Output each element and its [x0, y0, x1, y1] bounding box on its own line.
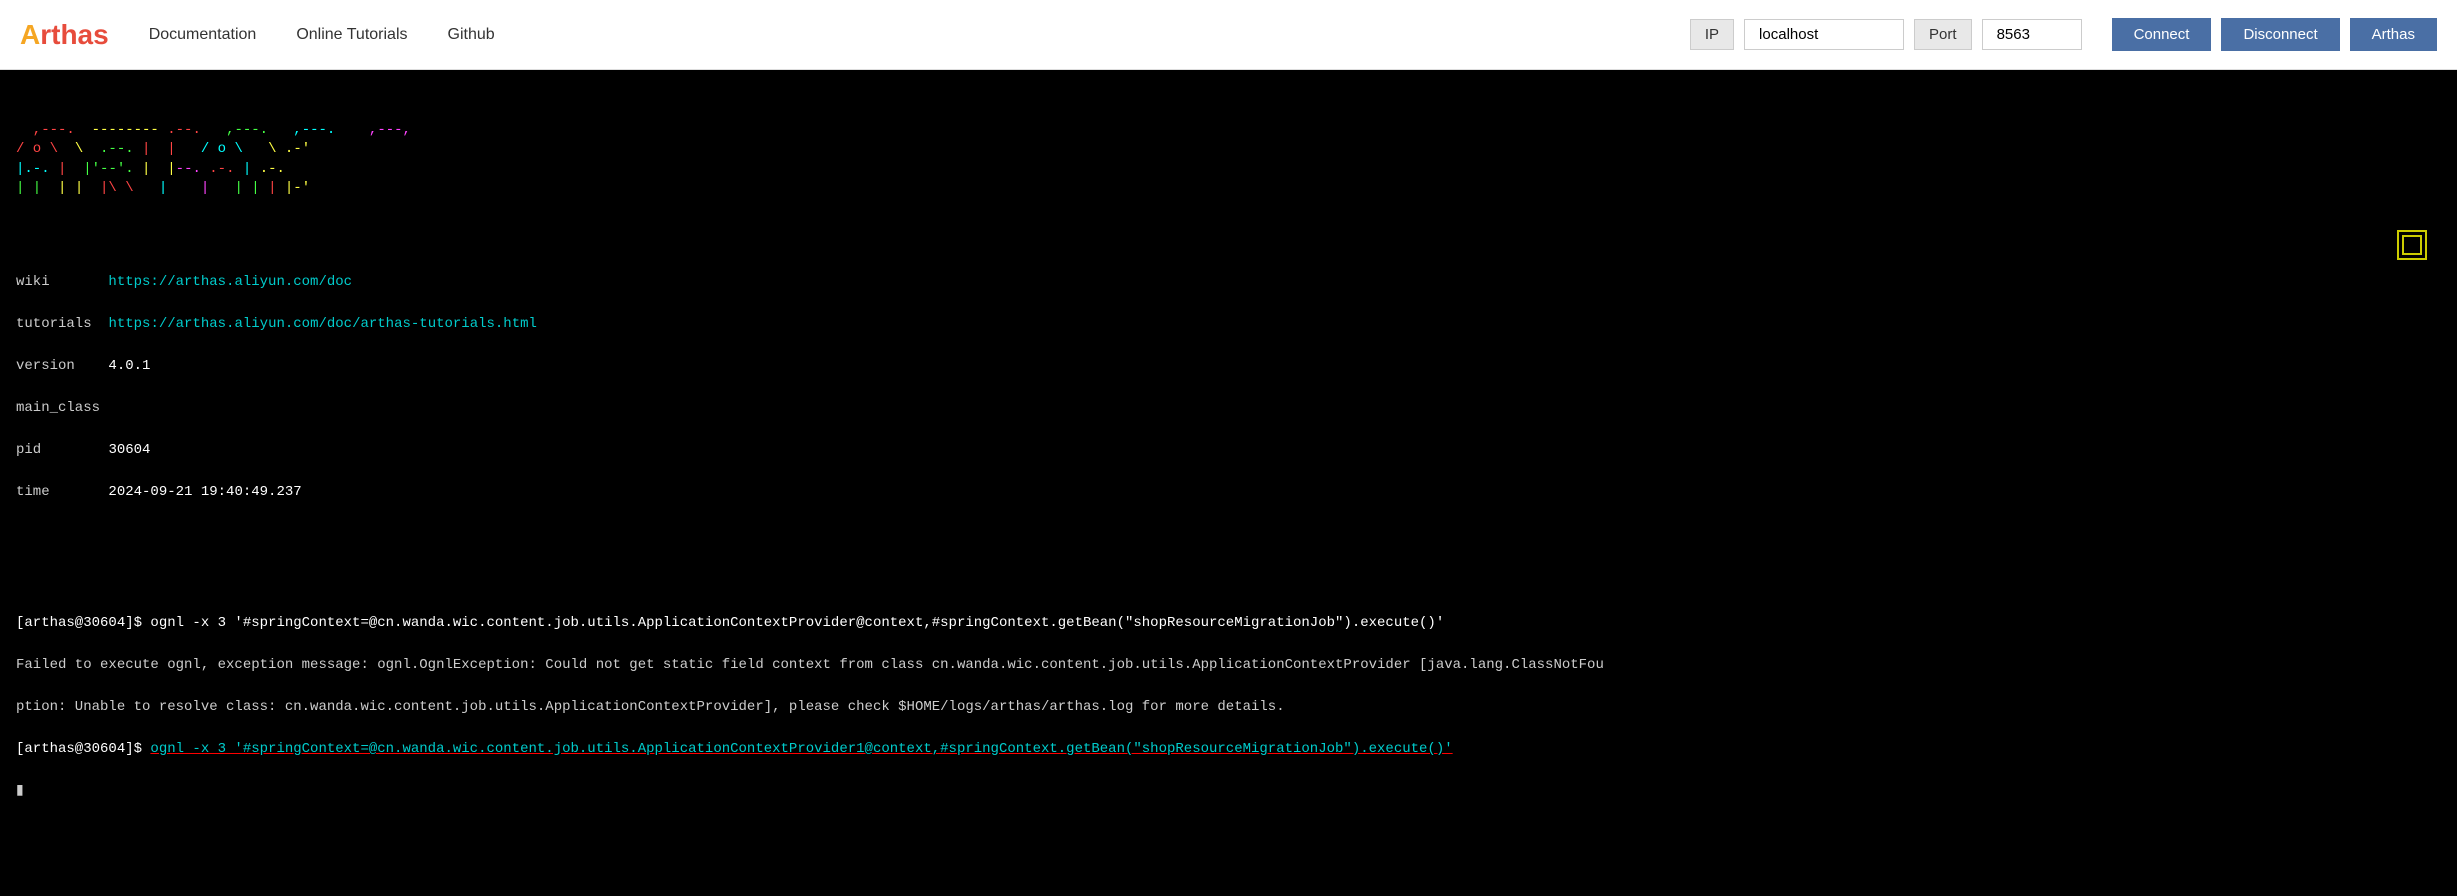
info-table: wiki https://arthas.aliyun.com/doc tutor…: [16, 251, 2441, 524]
info-version: version 4.0.1: [16, 356, 2441, 377]
cmd-line-2: [arthas@30604]$ ognl -x 3 '#springContex…: [16, 739, 2441, 760]
logo-a: A: [20, 19, 40, 50]
cmd-line-1: [arthas@30604]$ ognl -x 3 '#springContex…: [16, 613, 2441, 634]
cursor-line[interactable]: ▮: [16, 781, 2441, 802]
expand-icon: [2402, 235, 2422, 255]
info-wiki: wiki https://arthas.aliyun.com/doc: [16, 272, 2441, 293]
connect-button[interactable]: Connect: [2112, 18, 2212, 51]
logo-rthas: rthas: [40, 19, 108, 50]
error-line-1: Failed to execute ognl, exception messag…: [16, 655, 2441, 676]
ascii-art: ,---. -------- .--. ,---. ,---. ,---, / …: [16, 101, 2441, 199]
disconnect-button[interactable]: Disconnect: [2221, 18, 2339, 51]
header: Arthas Documentation Online Tutorials Gi…: [0, 0, 2457, 70]
nav-documentation[interactable]: Documentation: [149, 26, 257, 44]
info-time: time 2024-09-21 19:40:49.237: [16, 482, 2441, 503]
info-main-class: main_class: [16, 398, 2441, 419]
ip-input[interactable]: [1744, 19, 1904, 50]
port-input[interactable]: [1982, 19, 2082, 50]
port-label: Port: [1914, 19, 1972, 50]
terminal[interactable]: ,---. -------- .--. ,---. ,---. ,---, / …: [0, 70, 2457, 896]
nav-links: Documentation Online Tutorials Github: [149, 26, 1690, 44]
terminal-fullscreen-icon[interactable]: [2397, 230, 2427, 260]
info-pid: pid 30604: [16, 440, 2441, 461]
info-tutorials: tutorials https://arthas.aliyun.com/doc/…: [16, 314, 2441, 335]
nav-github[interactable]: Github: [448, 26, 495, 44]
logo[interactable]: Arthas: [20, 19, 109, 51]
connection-bar: IP Port Connect Disconnect Arthas: [1690, 18, 2437, 51]
arthas-button[interactable]: Arthas: [2350, 18, 2437, 51]
nav-online-tutorials[interactable]: Online Tutorials: [296, 26, 407, 44]
error-line-2: ption: Unable to resolve class: cn.wanda…: [16, 697, 2441, 718]
ip-label: IP: [1690, 19, 1734, 50]
terminal-output: [arthas@30604]$ ognl -x 3 '#springContex…: [16, 592, 2441, 823]
